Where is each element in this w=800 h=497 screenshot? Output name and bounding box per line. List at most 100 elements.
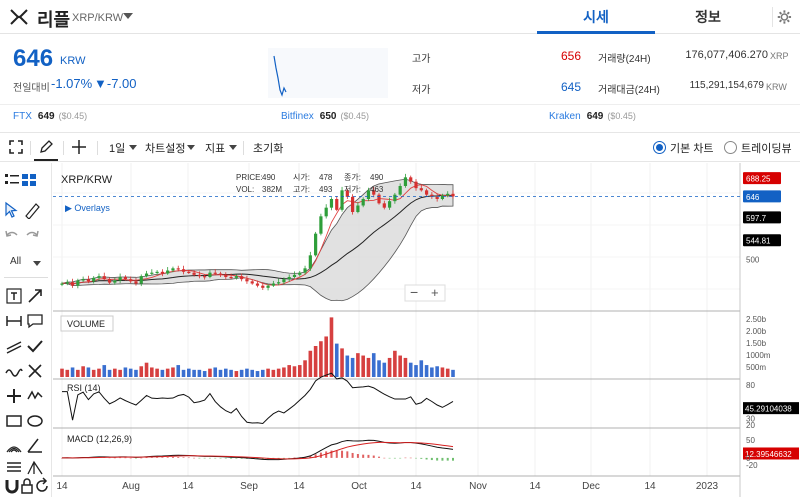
layout-grid-icon[interactable] <box>20 171 38 189</box>
overlays-toggle[interactable]: ▶ Overlays <box>65 203 110 213</box>
candle-body <box>255 283 260 286</box>
redo-icon[interactable] <box>23 227 41 245</box>
rsi-tick: 20 <box>746 421 755 430</box>
volume-bar <box>202 371 207 377</box>
layout-list-icon[interactable] <box>3 171 21 189</box>
rectangle-tool-icon[interactable] <box>5 412 23 430</box>
check-icon[interactable] <box>26 337 44 355</box>
pattern-tool-icon[interactable] <box>26 387 44 405</box>
volume-bar <box>60 368 64 377</box>
basic-chart-radio[interactable] <box>653 141 666 154</box>
volume-bar <box>329 317 334 377</box>
rsi-title: RSI (14) <box>67 383 101 393</box>
ohlc-price-label: PRICE: <box>236 173 263 182</box>
tradingview-label[interactable]: 트레이딩뷰 <box>741 140 792 156</box>
macd-histogram-bar <box>399 457 402 459</box>
volume-bar <box>282 367 286 377</box>
macd-histogram-bar <box>235 457 238 459</box>
volume-bar <box>150 367 154 377</box>
price-tag: 597.7 <box>746 214 767 223</box>
volume-bar <box>366 357 371 377</box>
x-tick-label: Sep <box>240 481 258 492</box>
ohlc-open-value: 478 <box>319 173 333 182</box>
volume-bar <box>65 369 70 377</box>
ohlc-close-value: 490 <box>370 173 384 182</box>
candle-body <box>298 272 302 275</box>
volume-bar <box>414 365 418 377</box>
candle-body <box>139 276 143 284</box>
fullscreen-icon[interactable] <box>8 139 24 155</box>
basic-chart-label[interactable]: 기본 차트 <box>670 140 714 156</box>
price-chart[interactable]: XRP/KRW ▶ Overlays PRICE: 490 VOL: 382M … <box>53 163 800 497</box>
pitchfork-icon[interactable] <box>26 458 44 476</box>
pencil-icon[interactable] <box>38 139 54 155</box>
volume-bar <box>176 365 181 377</box>
ruler-icon[interactable] <box>23 201 41 219</box>
price-unit: KRW <box>60 55 86 67</box>
volume-bar <box>387 357 392 377</box>
ohlc-open-label: 시가: <box>293 173 310 182</box>
volume-bar <box>76 369 80 377</box>
macd-histogram-bar <box>388 457 391 459</box>
tab-market[interactable]: 시세 <box>537 0 655 34</box>
volume-bar <box>171 367 175 377</box>
exchange-ftx[interactable]: FTX 649 ($0.45) <box>13 111 87 122</box>
fib-fan-icon[interactable] <box>5 436 23 454</box>
chart-settings-button[interactable]: 차트설정 <box>145 140 185 156</box>
volume-bar <box>229 369 233 377</box>
callout-tool-icon[interactable] <box>26 312 44 330</box>
change-amount: ▼-7.00 <box>94 76 137 91</box>
chart-toolbar: 1일 차트설정 지표 초기화 기본 차트 트레이딩뷰 <box>0 132 800 162</box>
exchange-bitfinex[interactable]: Bitfinex 650 ($0.45) <box>281 111 369 122</box>
low-value: 645 <box>560 80 581 94</box>
candle-body <box>266 285 270 288</box>
zoom-out-button[interactable]: − <box>410 284 418 300</box>
refresh-icon[interactable] <box>33 477 51 495</box>
tool-filter-select[interactable]: All <box>10 256 21 267</box>
parallel-lines-icon[interactable] <box>5 337 23 355</box>
indicators-button[interactable]: 지표 <box>205 140 225 156</box>
rsi-line <box>62 372 454 425</box>
volume-bar <box>292 366 297 377</box>
undo-icon[interactable] <box>3 227 21 245</box>
ellipse-tool-icon[interactable] <box>26 412 44 430</box>
wave-tool-icon[interactable] <box>5 362 23 380</box>
plus-tool-icon[interactable] <box>5 387 23 405</box>
volume-bar <box>334 343 339 377</box>
fib-levels-icon[interactable] <box>5 458 23 476</box>
volume-bar <box>197 369 202 377</box>
candle-body <box>446 193 450 196</box>
chevron-down-icon[interactable] <box>123 13 133 19</box>
macd-histogram-bar <box>346 451 349 458</box>
text-tool-icon[interactable] <box>5 287 23 305</box>
exchange-name: Bitfinex <box>281 111 314 122</box>
cursor-icon[interactable] <box>3 201 21 219</box>
ohlc-low-value: 463 <box>370 185 384 194</box>
reset-button[interactable]: 초기화 <box>253 140 283 156</box>
price-axis: 688.25 646 597.7 544.81 500 2.50b 2.00b 1.50b 10… <box>743 172 799 470</box>
volume-bar <box>408 362 413 377</box>
zoom-in-button[interactable]: + <box>431 285 439 300</box>
volume-bar <box>181 369 186 377</box>
chart-symbol: XRP/KRW <box>61 174 113 186</box>
tradingview-radio[interactable] <box>724 141 737 154</box>
close-icon[interactable] <box>26 362 44 380</box>
pencil-active-indicator <box>34 159 58 161</box>
volume-bar <box>192 369 196 377</box>
interval-select[interactable]: 1일 <box>109 140 125 156</box>
macd-histogram-bar <box>203 457 206 459</box>
volume-bar <box>234 371 239 377</box>
arrow-tool-icon[interactable] <box>26 287 44 305</box>
hline-tool-icon[interactable] <box>5 312 23 330</box>
ohlc-vol-value: 382M <box>262 185 282 194</box>
volume-bar <box>208 368 212 377</box>
gear-icon[interactable] <box>772 7 792 27</box>
exchange-kraken[interactable]: Kraken 649 ($0.45) <box>549 111 636 122</box>
crosshair-icon[interactable] <box>71 139 87 155</box>
candle-body <box>197 274 201 277</box>
angle-tool-icon[interactable] <box>26 436 44 454</box>
x-tick-label: Dec <box>582 481 600 492</box>
volume-bar <box>160 369 165 377</box>
volume-bar <box>213 367 218 377</box>
tab-info[interactable]: 정보 <box>649 0 767 34</box>
